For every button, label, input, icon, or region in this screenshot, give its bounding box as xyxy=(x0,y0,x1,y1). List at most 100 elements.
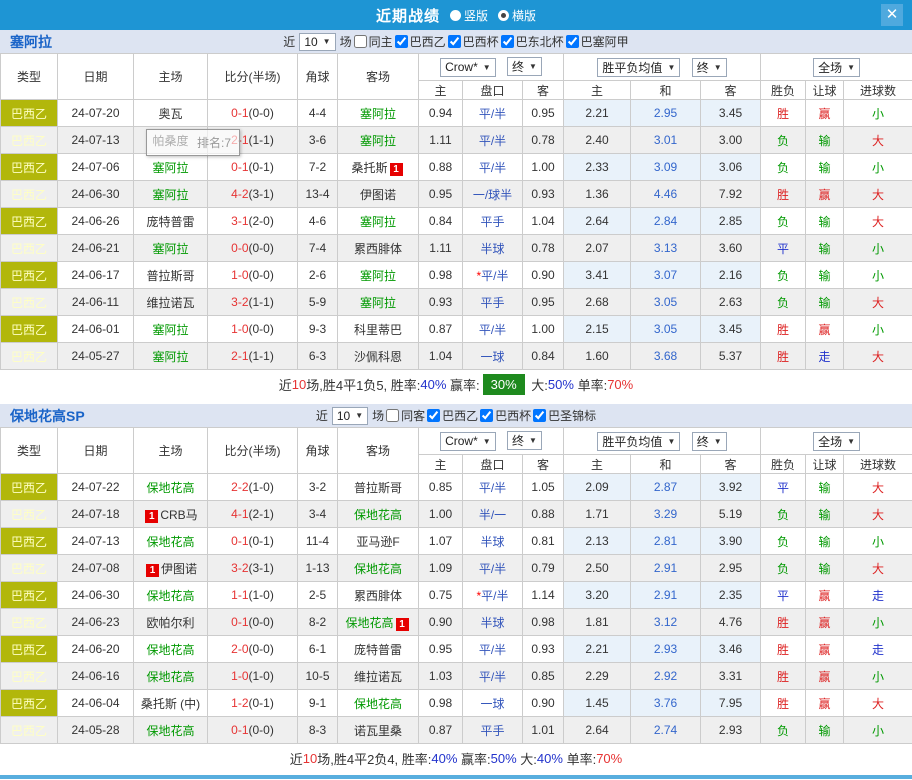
cell-league: 巴西乙 xyxy=(1,154,58,181)
cell-score: 1-2(0-1) xyxy=(208,690,298,717)
team-name-link[interactable]: 塞阿拉 xyxy=(360,134,396,148)
team-name-link[interactable]: 塞阿拉 xyxy=(152,161,188,175)
cell-corners: 2-6 xyxy=(298,262,338,289)
cell-date: 24-07-13 xyxy=(58,528,134,555)
cell-goals: 大 xyxy=(844,501,912,528)
league-checkbox-input[interactable] xyxy=(501,35,514,48)
team-name-link[interactable]: 保地花高 xyxy=(146,481,194,495)
team-name-link[interactable]: 维拉诺瓦 xyxy=(354,670,402,684)
team-name-link[interactable]: 塞阿拉 xyxy=(152,242,188,256)
scope-group-header: 全场▼ xyxy=(761,428,912,455)
league-checkbox-input[interactable] xyxy=(480,409,493,422)
league-checkbox-input[interactable] xyxy=(533,409,546,422)
team-name-link[interactable]: 保地花高 xyxy=(354,562,402,576)
team-name-link[interactable]: 桑托斯 xyxy=(351,161,387,175)
team-name-link[interactable]: 塞阿拉 xyxy=(360,269,396,283)
cell-home: 桑托斯 (中) xyxy=(134,690,208,717)
league-filter[interactable]: 巴西乙 xyxy=(395,33,446,50)
cell-handicap: 平/半 xyxy=(463,100,523,127)
team-name-link[interactable]: 保地花高 xyxy=(146,670,194,684)
cell-avg-home: 2.64 xyxy=(564,208,631,235)
vertical-layout-radio[interactable]: 竖版 xyxy=(450,7,488,24)
team-name-link[interactable]: 桑托斯 (中) xyxy=(141,697,200,711)
team-name-link[interactable]: 亚马逊F xyxy=(356,535,399,549)
cell-odds-home: 1.09 xyxy=(419,555,463,582)
same-away-checkbox[interactable]: 同客 xyxy=(386,407,425,424)
same-home-checkbox[interactable]: 同主 xyxy=(354,33,393,50)
avg-odds-select[interactable]: 胜平负均值▼ xyxy=(597,432,680,451)
close-icon[interactable]: ✕ xyxy=(881,4,903,26)
score-halftime: (1-0) xyxy=(249,588,274,602)
recent-results-panel: 近期战绩 竖版 横版 ✕ 塞阿拉 近 10 ▼ 场 同主 xyxy=(0,0,912,780)
league-filter[interactable]: 巴圣锦标 xyxy=(533,407,596,424)
cell-avg-draw: 3.07 xyxy=(631,262,701,289)
cell-avg-home: 2.15 xyxy=(564,316,631,343)
team-name-link[interactable]: CRB马 xyxy=(160,508,197,522)
cell-odds-home: 1.03 xyxy=(419,663,463,690)
team-name-link[interactable]: 庞特普雷 xyxy=(146,215,194,229)
cell-away: 庞特普雷 xyxy=(338,636,419,663)
league-filter[interactable]: 巴西乙 xyxy=(427,407,478,424)
cell-score: 2-1(1-1) xyxy=(208,343,298,370)
team-name-link[interactable]: 累西腓体 xyxy=(354,589,402,603)
radio-checked-icon[interactable] xyxy=(498,10,509,21)
team-name-link[interactable]: 庞特普雷 xyxy=(354,643,402,657)
odds-company-select[interactable]: Crow*▼ xyxy=(440,432,496,451)
odds-company-select[interactable]: Crow*▼ xyxy=(440,58,496,77)
games-count-select[interactable]: 10 ▼ xyxy=(299,33,335,51)
team-name-link[interactable]: 保地花高 xyxy=(345,616,393,630)
team-name-link[interactable]: 科里蒂巴 xyxy=(354,323,402,337)
league-filter[interactable]: 巴东北杯 xyxy=(501,33,564,50)
team-name-link[interactable]: 保地花高 xyxy=(354,697,402,711)
league-checkbox-input[interactable] xyxy=(566,35,579,48)
team-name-link[interactable]: 塞阿拉 xyxy=(152,323,188,337)
same-home-checkbox-input[interactable] xyxy=(354,35,367,48)
team-name-link[interactable]: 保地花高 xyxy=(146,589,194,603)
league-filter[interactable]: 巴西杯 xyxy=(480,407,531,424)
team-name-link[interactable]: 保地花高 xyxy=(354,508,402,522)
horizontal-layout-radio[interactable]: 横版 xyxy=(498,7,536,24)
team-name-link[interactable]: 欧帕尔利 xyxy=(146,616,194,630)
team-name-link[interactable]: 伊图诺 xyxy=(161,562,197,576)
team-name-link[interactable]: 沙佩科恩 xyxy=(354,350,402,364)
cell-avg-home: 1.45 xyxy=(564,690,631,717)
cell-goals: 小 xyxy=(844,316,912,343)
cell-handicap: *平/半 xyxy=(463,582,523,609)
score-halftime: (0-1) xyxy=(249,696,274,710)
odds-final-select[interactable]: 终▼ xyxy=(507,57,542,76)
team-name-link[interactable]: 塞阿拉 xyxy=(360,107,396,121)
score-halftime: (2-1) xyxy=(249,507,274,521)
team-name-link[interactable]: 累西腓体 xyxy=(354,242,402,256)
team-name-link[interactable]: 保地花高 xyxy=(146,643,194,657)
team-name-link[interactable]: 塞阿拉 xyxy=(360,296,396,310)
cell-score: 0-1(0-0) xyxy=(208,100,298,127)
avg-group-header: 胜平负均值▼ 终▼ xyxy=(564,54,761,81)
team-name-link[interactable]: 保地花高 xyxy=(146,535,194,549)
odds-final-select[interactable]: 终▼ xyxy=(507,431,542,450)
team-name-link[interactable]: 塞阿拉 xyxy=(152,188,188,202)
league-checkbox-input[interactable] xyxy=(395,35,408,48)
team-name-link[interactable]: 诺瓦里桑 xyxy=(354,724,402,738)
league-filter[interactable]: 巴西杯 xyxy=(448,33,499,50)
scope-select[interactable]: 全场▼ xyxy=(813,58,860,77)
scope-select[interactable]: 全场▼ xyxy=(813,432,860,451)
cell-avg-home: 2.50 xyxy=(564,555,631,582)
page-title: 近期战绩 xyxy=(376,5,440,26)
team-name-link[interactable]: 塞阿拉 xyxy=(152,350,188,364)
team-name-link[interactable]: 伊图诺 xyxy=(360,188,396,202)
league-checkbox-input[interactable] xyxy=(448,35,461,48)
avg-final-select[interactable]: 终▼ xyxy=(692,58,727,77)
team-name-link[interactable]: 普拉斯哥 xyxy=(354,481,402,495)
avg-final-select[interactable]: 终▼ xyxy=(692,432,727,451)
team-name-link[interactable]: 维拉诺瓦 xyxy=(146,296,194,310)
team-name-link[interactable]: 奥瓦 xyxy=(158,107,182,121)
games-count-select[interactable]: 10 ▼ xyxy=(332,407,368,425)
league-checkbox-input[interactable] xyxy=(427,409,440,422)
team-name-link[interactable]: 普拉斯哥 xyxy=(146,269,194,283)
league-filter[interactable]: 巴塞阿甲 xyxy=(566,33,629,50)
same-away-checkbox-input[interactable] xyxy=(386,409,399,422)
team-name-link[interactable]: 保地花高 xyxy=(146,724,194,738)
radio-icon[interactable] xyxy=(450,10,461,21)
team-name-link[interactable]: 塞阿拉 xyxy=(360,215,396,229)
avg-odds-select[interactable]: 胜平负均值▼ xyxy=(597,58,680,77)
